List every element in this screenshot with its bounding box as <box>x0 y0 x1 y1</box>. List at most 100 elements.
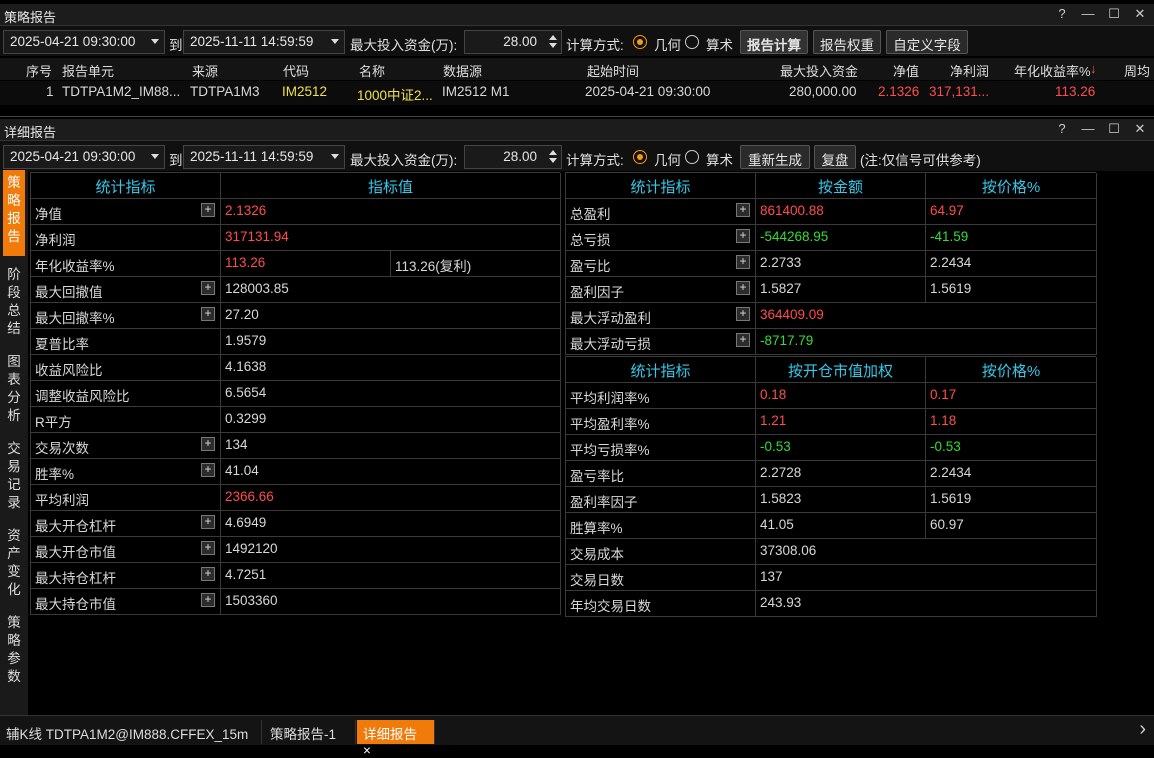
row-unit: TDTPA1M2_IM88... <box>62 84 181 99</box>
report-weight-button[interactable]: 报告权重 <box>813 30 881 54</box>
stat-value-price: 2.2434 <box>926 461 1097 487</box>
minimize-icon[interactable]: — <box>1080 6 1096 22</box>
col-header[interactable]: 净利润 <box>950 61 989 80</box>
stat-label: 胜率% <box>31 459 221 485</box>
col-header[interactable]: 起始时间 <box>587 61 639 80</box>
geometric-radio[interactable] <box>633 150 647 164</box>
start-time-select[interactable]: 2025-04-21 09:30:00 <box>3 30 165 54</box>
col-header[interactable]: 来源 <box>192 61 218 80</box>
arithmetic-radio[interactable] <box>685 35 699 49</box>
row-name: 1000中证2... <box>357 88 433 103</box>
stat-label: 年化收益率% <box>31 251 221 277</box>
expand-plus-icon[interactable]: + <box>736 255 750 269</box>
col-header[interactable]: 周均 <box>1124 61 1150 80</box>
tab-kline[interactable]: 辅K线 TDTPA1M2@IM888.CFFEX_15m <box>0 720 262 744</box>
stat-value: 113.26 <box>221 251 391 277</box>
report-calc-button[interactable]: 报告计算 <box>740 30 808 54</box>
expand-plus-icon[interactable]: + <box>736 203 750 217</box>
minimize-icon[interactable]: — <box>1080 121 1096 137</box>
end-time-select[interactable]: 2025-11-11 14:59:59 <box>183 145 345 169</box>
end-time-value: 2025-11-11 14:59:59 <box>190 34 314 49</box>
stat-value: 4.1638 <box>221 355 561 381</box>
stat-value-price: 60.97 <box>926 513 1097 539</box>
expand-plus-icon[interactable]: + <box>201 281 215 295</box>
strategy-report-title: 策略报告 <box>4 10 57 25</box>
spinner-icon[interactable] <box>549 150 557 164</box>
col-header[interactable]: 数据源 <box>443 61 482 80</box>
tab-strategy-params[interactable]: 策 略 参 数 <box>3 610 25 696</box>
stat-value: 41.04 <box>221 459 561 485</box>
expand-plus-icon[interactable]: + <box>736 281 750 295</box>
col-header[interactable]: 报告单元 <box>62 61 114 80</box>
maximize-icon[interactable]: ☐ <box>1106 6 1122 22</box>
help-icon[interactable]: ? <box>1054 6 1070 22</box>
detail-report-title: 详细报告 <box>4 125 57 140</box>
max-fund-input[interactable]: 28.00 <box>464 30 562 54</box>
tab-asset-changes[interactable]: 资 产 变 化 <box>3 523 25 609</box>
expand-plus-icon[interactable]: + <box>201 515 215 529</box>
scroll-right-icon[interactable]: › <box>1139 718 1146 741</box>
row-datasource: IM2512 M1 <box>442 84 510 99</box>
expand-plus-icon[interactable]: + <box>201 593 215 607</box>
tab-strategy-report-1[interactable]: 策略报告-1 <box>264 720 356 744</box>
expand-plus-icon[interactable]: + <box>201 437 215 451</box>
close-icon[interactable]: ✕ <box>1132 6 1148 22</box>
expand-plus-icon[interactable]: + <box>201 307 215 321</box>
review-button[interactable]: 复盘 <box>814 145 856 169</box>
stat-value: 128003.85 <box>221 277 561 303</box>
stat-value: 4.6949 <box>221 511 561 537</box>
custom-fields-button[interactable]: 自定义字段 <box>886 30 968 54</box>
col-header[interactable]: 最大投入资金 <box>780 61 858 80</box>
tab-trade-records[interactable]: 交 易 记 录 <box>3 436 25 522</box>
tab-strategy-report[interactable]: 策 略 报 告 <box>3 170 25 256</box>
stat-label: 最大持仓市值 <box>31 589 221 615</box>
expand-plus-icon[interactable]: + <box>201 203 215 217</box>
tab-stage-summary[interactable]: 阶 段 总 结 <box>3 262 25 348</box>
expand-plus-icon[interactable]: + <box>201 541 215 555</box>
stat-label: 平均亏损率% <box>566 435 756 461</box>
row-max-fund: 280,000.00 <box>789 84 857 99</box>
signal-note: (注:仅信号可供参考) <box>860 153 981 168</box>
close-tab-icon[interactable]: × <box>363 743 371 758</box>
detail-report-toolbar: 2025-04-21 09:30:00 到 2025-11-11 14:59:5… <box>0 141 1154 171</box>
close-icon[interactable]: ✕ <box>1132 121 1148 137</box>
expand-plus-icon[interactable]: + <box>736 229 750 243</box>
arithmetic-radio[interactable] <box>685 150 699 164</box>
end-time-select[interactable]: 2025-11-11 14:59:59 <box>183 30 345 54</box>
expand-plus-icon[interactable]: + <box>201 463 215 477</box>
detail-report-titlebar: 详细报告 ? — ☐ ✕ <box>0 119 1154 141</box>
regenerate-button[interactable]: 重新生成 <box>740 145 810 169</box>
stat-label: 最大回撤率% <box>31 303 221 329</box>
stat-value-amount: 1.5827 <box>756 277 926 303</box>
spinner-icon[interactable] <box>549 35 557 49</box>
expand-plus-icon[interactable]: + <box>736 307 750 321</box>
stat-value: 1492120 <box>221 537 561 563</box>
stat-value-amount: 137 <box>756 565 1097 591</box>
table-row[interactable]: 1 TDTPA1M2_IM88... TDTPA1M3 IM2512 1000中… <box>0 81 1154 105</box>
stat-label: 夏普比率 <box>31 329 221 355</box>
col-header[interactable]: 年化收益率% <box>1014 61 1091 80</box>
help-icon[interactable]: ? <box>1054 121 1070 137</box>
col-header[interactable]: 净值 <box>893 61 919 80</box>
col-header[interactable]: 代码 <box>283 61 309 80</box>
sort-desc-icon[interactable]: ↓ <box>1090 61 1097 76</box>
tab-detail-report[interactable]: 详细报告 × <box>357 720 435 758</box>
expand-plus-icon[interactable]: + <box>201 567 215 581</box>
expand-plus-icon[interactable]: + <box>736 333 750 347</box>
col-header[interactable]: 名称 <box>359 61 385 80</box>
stat-value-amount: 2.2733 <box>756 251 926 277</box>
calc-method-label: 计算方式: <box>566 153 624 168</box>
max-fund-input[interactable]: 28.00 <box>464 145 562 169</box>
stat-value-compound: 113.26(复利) <box>391 251 561 277</box>
col-header[interactable]: 序号 <box>26 61 52 80</box>
stat-value: 134 <box>221 433 561 459</box>
stat-label: 盈亏率比 <box>566 461 756 487</box>
maximize-icon[interactable]: ☐ <box>1106 121 1122 137</box>
side-tab-bar: 策 略 报 告 阶 段 总 结 图 表 分 析 交 易 记 录 资 产 变 化 … <box>0 170 28 715</box>
start-time-select[interactable]: 2025-04-21 09:30:00 <box>3 145 165 169</box>
geometric-radio[interactable] <box>633 35 647 49</box>
stat-label: 平均盈利率% <box>566 409 756 435</box>
stat-value-price: 64.97 <box>926 199 1097 225</box>
stat-label: 调整收益风险比 <box>31 381 221 407</box>
tab-chart-analysis[interactable]: 图 表 分 析 <box>3 349 25 435</box>
